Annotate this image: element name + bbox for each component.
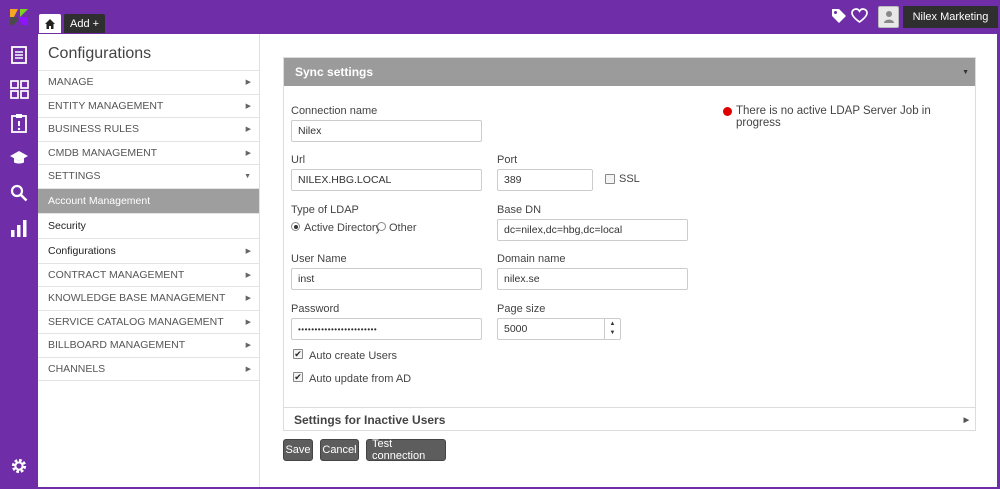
home-icon [45, 18, 55, 29]
settings-gear-icon[interactable] [9, 456, 29, 476]
caret-right-icon: ▶ [245, 342, 251, 350]
url-label: Url [291, 154, 306, 166]
caret-right-icon: ▶ [245, 295, 251, 303]
connection-name-label: Connection name [291, 105, 378, 117]
bar-chart-icon[interactable] [9, 218, 29, 238]
sidebar-item-channels[interactable]: CHANNELS ▶ [38, 358, 259, 381]
url-input[interactable]: NILEX.HBG.LOCAL [291, 169, 482, 191]
sidebar-item-settings[interactable]: SETTINGS ▼ [38, 165, 259, 189]
ssl-checkbox[interactable] [605, 174, 615, 184]
ldap-type-ad-radio[interactable] [291, 222, 300, 231]
password-label: Password [291, 303, 340, 315]
caret-right-icon: ▶ [245, 247, 251, 255]
caret-right-icon: ▶ [245, 365, 251, 373]
connection-name-input[interactable]: Nilex [291, 120, 482, 142]
page-size-input[interactable]: 5000 [497, 318, 621, 340]
left-nav-bar [0, 34, 38, 489]
graduation-cap-icon[interactable] [9, 148, 29, 168]
sidebar-item-manage[interactable]: MANAGE ▶ [38, 71, 259, 95]
caret-right-icon: ▶ [245, 126, 251, 134]
caret-right-icon: ▶ [245, 79, 251, 87]
sidebar-item-billboard-management[interactable]: BILLBOARD MANAGEMENT ▶ [38, 334, 259, 358]
domain-name-input[interactable]: nilex.se [497, 268, 688, 290]
tag-icon[interactable] [831, 8, 847, 24]
sidebar-item-business-rules[interactable]: BUSINESS RULES ▶ [38, 118, 259, 142]
sync-settings-header[interactable]: Sync settings ▼ [284, 58, 975, 86]
sidebar-item-cmdb-management[interactable]: CMDB MANAGEMENT ▶ [38, 142, 259, 165]
password-input[interactable]: •••••••••••••••••••••••• [291, 318, 482, 340]
test-connection-button[interactable]: Test connection [366, 438, 446, 462]
domain-name-label: Domain name [497, 253, 566, 265]
page-size-stepper[interactable]: ▲ ▼ [604, 318, 620, 340]
caret-down-icon: ▼ [962, 68, 969, 76]
stepper-down-icon[interactable]: ▼ [610, 329, 616, 338]
auto-update-checkbox[interactable]: ✔ [293, 372, 303, 382]
ldap-type-ad-label: Active Directory [304, 222, 382, 234]
page-size-label: Page size [497, 303, 546, 315]
ldap-type-label: Type of LDAP [291, 204, 359, 216]
configurations-sidebar: Configurations MANAGE ▶ ENTITY MANAGEMENT… [38, 34, 260, 487]
app-logo-icon[interactable] [10, 9, 28, 25]
user-name[interactable]: Nilex Marketing [903, 6, 998, 28]
auto-update-label: Auto update from AD [309, 373, 412, 385]
cancel-button[interactable]: Cancel [320, 439, 359, 461]
ldap-type-other-radio[interactable] [377, 222, 386, 231]
clipboard-icon[interactable] [9, 113, 29, 133]
sidebar-item-configurations[interactable]: Configurations ▶ [38, 239, 259, 264]
tab-home[interactable] [39, 14, 61, 33]
save-button[interactable]: Save [283, 439, 313, 461]
ssl-label: SSL [619, 173, 640, 185]
caret-down-icon: ▼ [244, 172, 251, 180]
user-avatar[interactable] [878, 6, 899, 28]
heart-icon[interactable] [851, 8, 868, 24]
sidebar-item-service-catalog-management[interactable]: SERVICE CATALOG MANAGEMENT ▶ [38, 311, 259, 334]
port-label: Port [497, 154, 518, 166]
caret-right-icon: ▶ [245, 102, 251, 110]
sidebar-title: Configurations [38, 34, 259, 71]
stepper-up-icon[interactable]: ▲ [610, 320, 616, 329]
top-bar [0, 0, 1000, 34]
caret-right-icon: ▶ [245, 149, 251, 157]
sidebar-item-security[interactable]: Security [38, 214, 259, 239]
sync-settings-panel: Sync settings ▼ There is no active LDAP … [283, 57, 976, 431]
sidebar-item-account-management[interactable]: Account Management [38, 188, 259, 214]
sidebar-item-contract-management[interactable]: CONTRACT MANAGEMENT ▶ [38, 264, 259, 287]
caret-right-icon: ▶ [245, 318, 251, 326]
ldap-type-other-label: Other [389, 222, 417, 234]
tab-add[interactable]: Add + [64, 14, 106, 33]
port-input[interactable]: 389 [497, 169, 593, 191]
inactive-users-header[interactable]: Settings for Inactive Users ▶ [284, 407, 975, 431]
caret-right-icon: ▶ [963, 416, 969, 424]
ldap-job-status: There is no active LDAP Server Job in pr… [736, 105, 931, 129]
dashboard-icon[interactable] [9, 79, 29, 99]
list-icon[interactable] [9, 45, 29, 65]
auto-create-users-checkbox[interactable]: ✔ [293, 349, 303, 359]
caret-right-icon: ▶ [245, 271, 251, 279]
search-icon[interactable] [9, 183, 29, 203]
user-icon [883, 11, 894, 23]
user-name-input[interactable]: inst [291, 268, 482, 290]
sidebar-item-entity-management[interactable]: ENTITY MANAGEMENT ▶ [38, 95, 259, 118]
status-dot-icon [723, 107, 732, 116]
sidebar-item-knowledge-base-management[interactable]: KNOWLEDGE BASE MANAGEMENT ▶ [38, 287, 259, 311]
user-name-label: User Name [291, 253, 347, 265]
base-dn-input[interactable]: dc=nilex,dc=hbg,dc=local [497, 219, 688, 241]
auto-create-users-label: Auto create Users [309, 350, 398, 362]
base-dn-label: Base DN [497, 204, 542, 216]
